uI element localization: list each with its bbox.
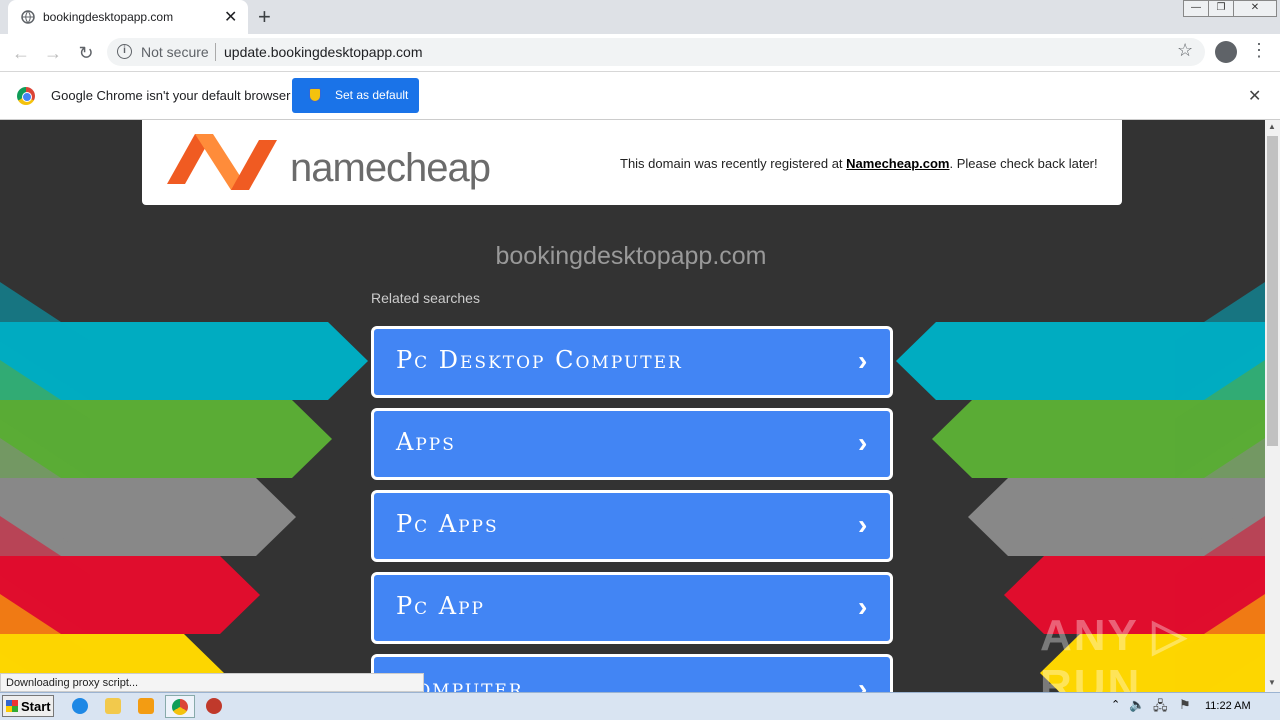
tab-close-icon[interactable]: ✕: [224, 7, 237, 27]
related-link-computer[interactable]: Computer ›: [371, 654, 893, 692]
tab-title: bookingdesktopapp.com: [43, 10, 174, 24]
infobar-message: Google Chrome isn't your default browser: [51, 88, 291, 103]
globe-icon: [21, 10, 35, 24]
info-icon[interactable]: i: [117, 44, 132, 59]
anyrun-watermark: ANY ▷ RUN: [1040, 611, 1189, 692]
namecheap-wordmark: namecheap: [290, 146, 491, 190]
chevron-right-icon: ›: [858, 673, 868, 692]
internet-explorer-icon[interactable]: [72, 698, 88, 714]
forward-button[interactable]: →: [40, 40, 66, 66]
link-label: Apps: [396, 428, 456, 456]
chrome-icon: [172, 699, 188, 715]
status-bubble: Downloading proxy script...: [0, 673, 424, 692]
back-button[interactable]: ←: [8, 40, 34, 66]
scrollbar-thumb[interactable]: [1267, 136, 1278, 446]
domain-notice: This domain was recently registered at N…: [620, 156, 1098, 171]
opera-icon[interactable]: [206, 698, 222, 714]
restore-button[interactable]: ❐: [1208, 0, 1234, 17]
action-center-flag-icon[interactable]: ⚑: [1179, 697, 1191, 713]
related-link-pc-apps[interactable]: Pc Apps ›: [371, 490, 893, 562]
set-as-default-label: Set as default: [335, 88, 409, 102]
chrome-taskbar-button[interactable]: [165, 695, 195, 718]
profile-avatar-icon[interactable]: [1215, 41, 1237, 63]
browser-tab[interactable]: bookingdesktopapp.com ✕: [8, 0, 248, 34]
window-close-button[interactable]: ✕: [1233, 0, 1277, 17]
system-tray: ⌃ 🔈 🖧 ⚑: [1105, 694, 1280, 720]
domain-title: bookingdesktopapp.com: [495, 242, 767, 270]
scroll-down-icon[interactable]: ▼: [1268, 678, 1276, 687]
link-label: Pc Desktop Computer: [396, 346, 683, 374]
url-text[interactable]: update.bookingdesktopapp.com: [224, 44, 422, 60]
security-label[interactable]: Not secure: [141, 44, 209, 60]
start-label: Start: [21, 699, 51, 714]
notice-prefix: This domain was recently registered at: [620, 156, 847, 171]
volume-icon[interactable]: 🔈: [1129, 697, 1145, 713]
windows-logo-icon: [6, 700, 18, 712]
chevron-right-icon: ›: [858, 427, 868, 458]
set-as-default-button[interactable]: Set as default: [292, 78, 419, 113]
related-link-pc-desktop-computer[interactable]: Pc Desktop Computer ›: [371, 326, 893, 398]
chrome-logo-icon: [17, 87, 35, 105]
related-link-apps[interactable]: Apps ›: [371, 408, 893, 480]
related-link-pc-app[interactable]: Pc App ›: [371, 572, 893, 644]
related-searches-heading: Related searches: [371, 290, 480, 306]
link-label: Pc App: [396, 592, 485, 620]
infobar-close-icon[interactable]: ✕: [1248, 86, 1261, 106]
start-button[interactable]: Start: [2, 695, 54, 717]
new-tab-button[interactable]: +: [258, 4, 271, 30]
taskbar-clock[interactable]: 11:22 AM: [1205, 700, 1251, 712]
namecheap-logo-icon: [167, 134, 277, 190]
network-icon[interactable]: 🖧: [1153, 697, 1168, 719]
minimize-button[interactable]: —: [1183, 0, 1209, 17]
divider: [215, 43, 216, 61]
shield-icon: [309, 88, 321, 102]
bookmark-star-icon[interactable]: ☆: [1177, 40, 1193, 61]
tray-expand-icon[interactable]: ⌃: [1111, 698, 1120, 711]
namecheap-link[interactable]: Namecheap.com: [846, 156, 949, 171]
reload-button[interactable]: ↻: [73, 40, 99, 66]
page-viewport: namecheap This domain was recently regis…: [0, 120, 1265, 692]
link-label: Pc Apps: [396, 510, 499, 538]
address-bar[interactable]: i Not secure update.bookingdesktopapp.co…: [107, 38, 1205, 66]
vertical-scrollbar[interactable]: ▲ ▼: [1265, 120, 1280, 692]
chrome-menu-icon[interactable]: ⋮: [1250, 40, 1268, 61]
notice-suffix: . Please check back later!: [949, 156, 1098, 171]
file-explorer-icon[interactable]: [105, 698, 121, 714]
chevron-right-icon: ›: [858, 509, 868, 540]
namecheap-header: namecheap This domain was recently regis…: [142, 120, 1122, 205]
chevron-right-icon: ›: [858, 591, 868, 622]
media-player-icon[interactable]: [138, 698, 154, 714]
chevron-right-icon: ›: [858, 345, 868, 376]
scroll-up-icon[interactable]: ▲: [1268, 122, 1276, 131]
